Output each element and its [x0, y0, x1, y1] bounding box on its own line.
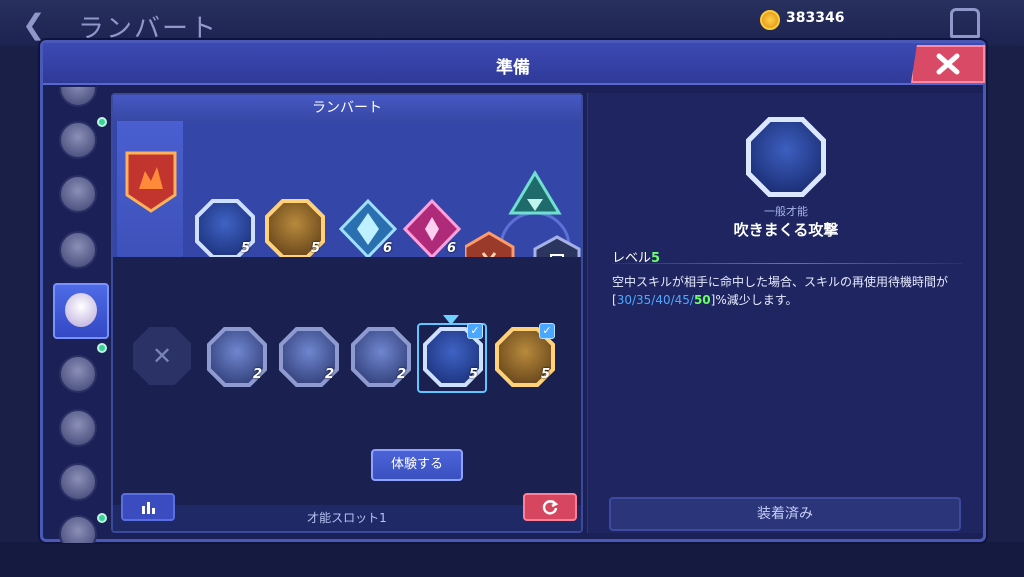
character-avatar[interactable] — [59, 121, 97, 159]
character-avatar[interactable] — [59, 409, 97, 447]
selected-indicator-icon — [443, 315, 459, 325]
character-avatar[interactable] — [59, 463, 97, 501]
checkmark-icon: ✓ — [539, 323, 555, 339]
talent-name: 吹きまくる攻撃 — [733, 221, 839, 239]
gem-badge-icon — [97, 343, 107, 353]
character-name: ランバート — [113, 95, 581, 121]
talent-description: 空中スキルが相手に命中した場合、スキルの再使用待機時間が[30/35/40/45… — [612, 273, 964, 309]
background-left-strip — [0, 46, 42, 577]
reset-button[interactable] — [523, 493, 577, 521]
character-avatar[interactable] — [59, 175, 97, 213]
character-list[interactable] — [47, 87, 109, 543]
talent-count: 5 — [311, 241, 321, 256]
talent-count: 2 — [325, 367, 335, 382]
stats-button[interactable] — [121, 493, 175, 521]
gem-count: 6 — [383, 241, 393, 256]
preparation-modal: 準備 ランバート 5 5 6 6 ✕ 2 2 2 5 ✓ 5 ✓ 才能スロット1… — [40, 40, 986, 543]
equipped-button[interactable]: 装着済み — [609, 497, 961, 531]
talent-detail-panel: 一般才能 吹きまくる攻撃 レベル5 空中スキルが相手に命中した場合、スキルの再使… — [587, 93, 983, 533]
close-icon — [936, 53, 960, 75]
divider — [612, 263, 962, 264]
talent-count: 5 — [541, 367, 551, 382]
bar-chart-icon — [142, 502, 155, 514]
talent-type: 一般才能 — [764, 205, 808, 218]
description-text-end: ]%減少します。 — [710, 293, 798, 307]
character-avatar[interactable] — [59, 231, 97, 269]
gem-badge-icon — [97, 513, 107, 523]
talent-count: 2 — [253, 367, 263, 382]
talent-count: 5 — [241, 241, 251, 256]
talent-slot-label: 才能スロット1 — [307, 511, 387, 525]
currency-value: 383346 — [786, 10, 845, 26]
blow-talent-icon — [751, 122, 821, 192]
description-highlight: 50 — [693, 293, 711, 307]
character-avatar[interactable] — [59, 515, 97, 543]
back-arrow-icon[interactable]: ❮ — [22, 8, 45, 41]
close-button[interactable] — [911, 45, 985, 83]
empty-slot-x-icon[interactable]: ✕ — [133, 327, 191, 385]
home-icon[interactable] — [950, 8, 980, 38]
talent-loadout-panel: ランバート 5 5 6 6 ✕ 2 2 2 5 ✓ 5 ✓ 才能スロット1 — [111, 93, 583, 533]
modal-title: 準備 — [496, 58, 530, 78]
try-button[interactable]: 体験する — [371, 449, 463, 481]
modal-header: 準備 — [43, 43, 983, 85]
refresh-icon — [542, 500, 559, 515]
background-bottom-strip — [0, 542, 1024, 577]
character-avatar[interactable] — [59, 87, 97, 107]
gem-badge-icon — [97, 117, 107, 127]
red-banner-icon — [125, 151, 177, 213]
checkmark-icon: ✓ — [467, 323, 483, 339]
talent-inventory — [113, 257, 581, 531]
talent-count: 2 — [397, 367, 407, 382]
background-right-strip — [986, 46, 1024, 577]
character-avatar[interactable] — [59, 355, 97, 393]
gem-count: 6 — [447, 241, 457, 256]
coin-icon — [760, 10, 780, 30]
detail-talent-frame — [746, 117, 826, 197]
description-values: 30/35/40/45/ — [616, 293, 694, 307]
talent-count: 5 — [469, 367, 479, 382]
character-avatar-selected[interactable] — [53, 283, 109, 339]
